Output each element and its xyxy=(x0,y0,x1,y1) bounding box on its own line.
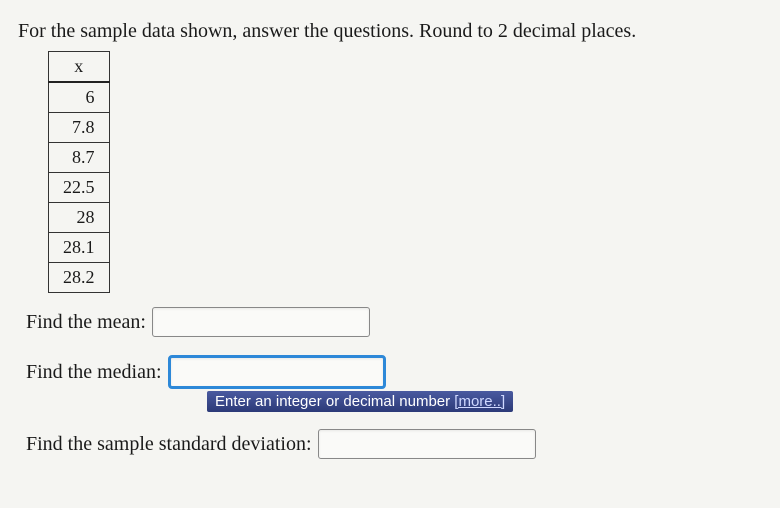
table-row: 8.7 xyxy=(49,143,110,173)
sd-input[interactable] xyxy=(318,429,536,459)
table-row: 28.1 xyxy=(49,233,110,263)
table-cell: 6 xyxy=(49,82,110,113)
sd-question: Find the sample standard deviation: xyxy=(26,429,762,459)
hint-more-link[interactable]: [more..] xyxy=(454,393,505,410)
median-input[interactable] xyxy=(168,355,386,389)
table-cell: 28 xyxy=(49,203,110,233)
mean-label: Find the mean: xyxy=(26,311,146,334)
table-cell: 7.8 xyxy=(49,113,110,143)
table-header-x: x xyxy=(49,52,110,83)
sd-label: Find the sample standard deviation: xyxy=(26,433,312,456)
table-cell: 8.7 xyxy=(49,143,110,173)
table-row: 28 xyxy=(49,203,110,233)
table-row: 22.5 xyxy=(49,173,110,203)
data-table: x 6 7.8 8.7 22.5 28 28.1 28.2 xyxy=(48,51,110,293)
hint-text: Enter an integer or decimal number xyxy=(215,393,454,410)
table-row: 7.8 xyxy=(49,113,110,143)
table-cell: 28.1 xyxy=(49,233,110,263)
median-question: Find the median: Enter an integer or dec… xyxy=(26,355,762,389)
problem-prompt: For the sample data shown, answer the qu… xyxy=(18,20,762,43)
mean-input[interactable] xyxy=(152,307,370,337)
median-label: Find the median: xyxy=(26,361,162,384)
table-row: 28.2 xyxy=(49,263,110,293)
table-row: 6 xyxy=(49,82,110,113)
table-cell: 22.5 xyxy=(49,173,110,203)
input-hint-tooltip: Enter an integer or decimal number [more… xyxy=(207,391,513,412)
table-cell: 28.2 xyxy=(49,263,110,293)
mean-question: Find the mean: xyxy=(26,307,762,337)
